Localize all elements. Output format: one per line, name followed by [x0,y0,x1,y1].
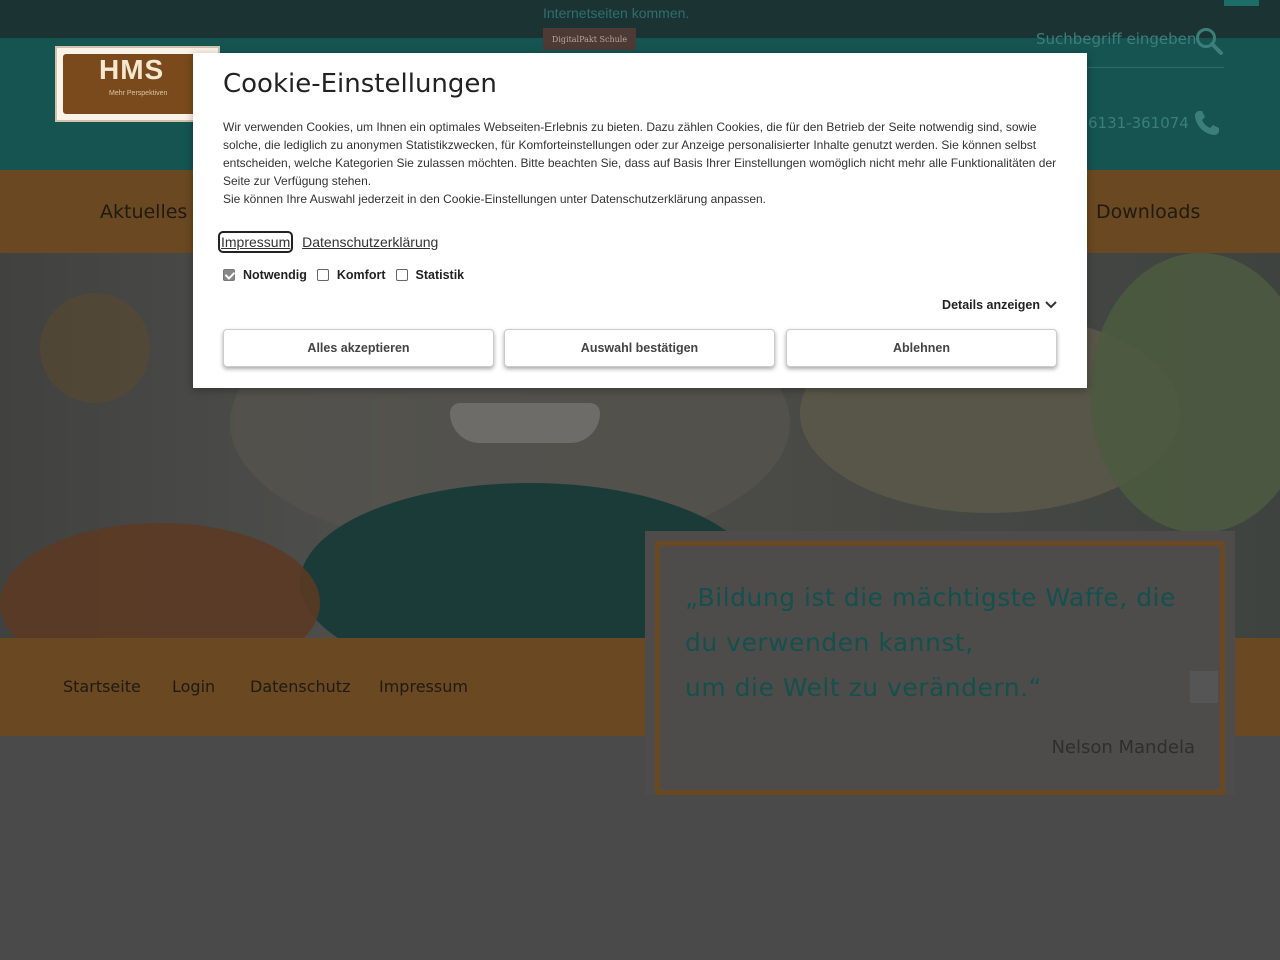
nav-item-aktuelles[interactable]: Aktuelles [100,201,187,223]
footer-edge [1235,638,1280,736]
cookie-dialog-text: Wir verwenden Cookies, um Ihnen ein opti… [223,118,1063,208]
reject-button[interactable]: Ablehnen [786,329,1057,367]
phone-icon[interactable] [1192,108,1222,142]
datenschutz-link[interactable]: Datenschutzerklärung [302,234,438,250]
checkbox-label: Komfort [336,268,386,282]
cookie-categories: Notwendig Komfort Statistik [223,268,474,282]
digitalpakt-button[interactable]: DigitalPakt Schule [543,28,636,50]
details-label: Details anzeigen [942,298,1040,312]
page: Internetseiten kommen. DigitalPakt Schul… [0,0,1280,960]
checkbox-label: Statistik [415,268,465,282]
search-icon[interactable] [1194,26,1224,60]
top-bar-text: Internetseiten kommen. [543,5,690,21]
hero-blur-shape [0,523,320,638]
cookie-dialog: Cookie-Einstellungen Wir verwenden Cooki… [193,53,1087,388]
quote-line: um die Welt zu verändern.“ [685,673,1042,702]
chevron-down-icon [1045,301,1057,309]
cookie-paragraph: Wir verwenden Cookies, um Ihnen ein opti… [223,120,1057,188]
checkbox-notwendig[interactable] [223,269,235,281]
confirm-selection-button[interactable]: Auswahl bestätigen [504,329,775,367]
footer-link-datenschutz[interactable]: Datenschutz [250,677,350,696]
footer-link-impressum[interactable]: Impressum [379,677,468,696]
quote-text: „Bildung ist die mächtigste Waffe, die d… [685,575,1205,710]
cookie-dialog-links: Impressum Datenschutzerklärung [217,231,446,253]
checkbox-komfort[interactable] [316,269,329,281]
accept-all-button[interactable]: Alles akzeptieren [223,329,494,367]
quote-line: „Bildung ist die mächtigste Waffe, die [685,583,1176,612]
footer-link-startseite[interactable]: Startseite [63,677,141,696]
top-bar-close-button[interactable] [1224,0,1259,6]
nav-item-downloads[interactable]: Downloads [1096,201,1200,223]
hero-globe [1090,253,1280,533]
cookie-paragraph: Sie können Ihre Auswahl jederzeit in den… [223,192,767,206]
hero-blur-shape [40,293,150,403]
search-input[interactable]: Suchbegriff eingeben [1036,30,1196,48]
logo-subtitle: Mehr Perspektiven [109,90,168,97]
footer-link-login[interactable]: Login [172,677,215,696]
quote-author: Nelson Mandela [1051,737,1195,758]
details-toggle[interactable]: Details anzeigen [942,298,1057,312]
quote-line: du verwenden kannst, [685,628,974,657]
checkbox-label: Notwendig [243,268,307,282]
checkbox-statistik[interactable] [395,269,408,281]
phone-number[interactable]: 6131-361074 [1088,114,1189,132]
cookie-dialog-title: Cookie-Einstellungen [223,69,497,99]
hero-smile [450,403,600,443]
logo-text: HMS [99,54,165,85]
impressum-link[interactable]: Impressum [217,231,294,253]
